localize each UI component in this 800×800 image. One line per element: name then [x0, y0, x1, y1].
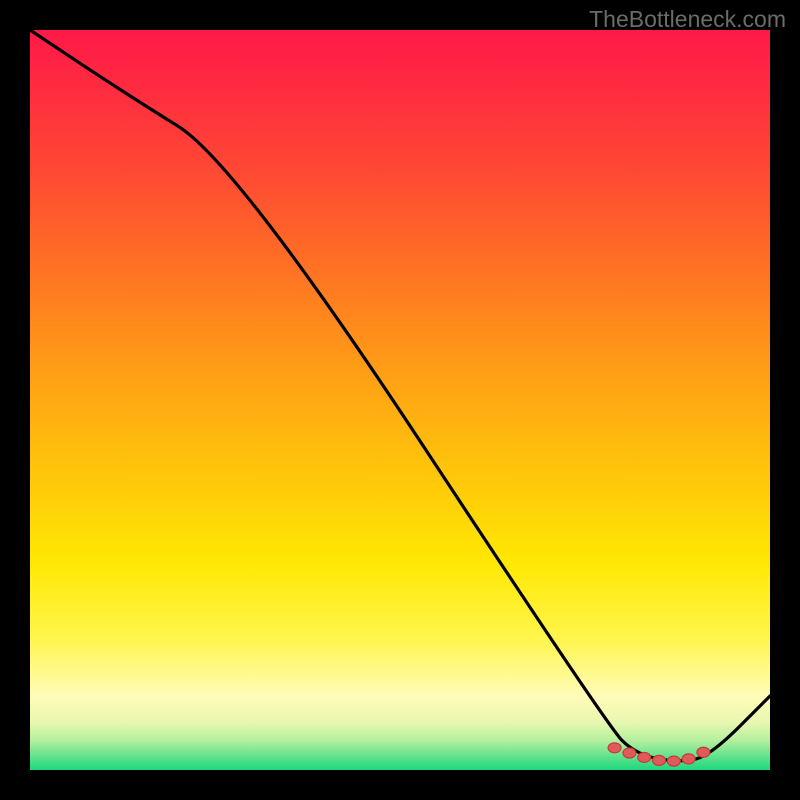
- highlight-marker: [697, 747, 710, 757]
- chart-canvas: TheBottleneck.com: [0, 0, 800, 800]
- highlight-markers: [608, 743, 710, 766]
- highlight-marker: [623, 748, 636, 758]
- score-curve: [30, 30, 770, 761]
- chart-overlay: [30, 30, 770, 770]
- highlight-marker: [667, 756, 680, 766]
- highlight-marker: [638, 752, 651, 762]
- highlight-marker: [682, 754, 695, 764]
- highlight-marker: [653, 755, 666, 765]
- highlight-marker: [608, 743, 621, 753]
- attribution-text: TheBottleneck.com: [589, 6, 786, 33]
